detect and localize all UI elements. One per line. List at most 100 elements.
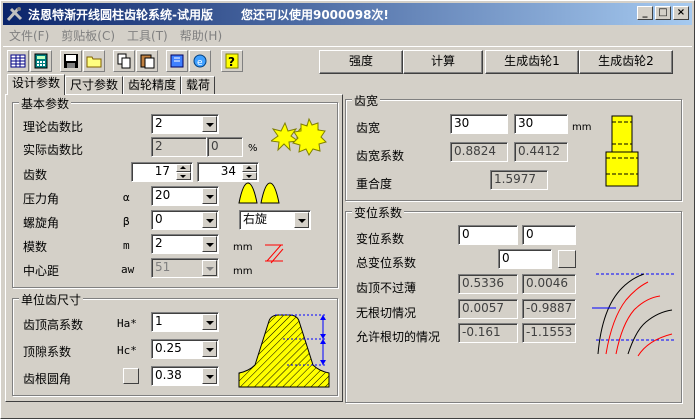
chevron-down-icon[interactable]: [202, 188, 217, 204]
helix-direction-select[interactable]: 右旋: [239, 210, 311, 230]
generate-gear2-button[interactable]: 生成齿轮2: [579, 50, 673, 74]
globe-icon[interactable]: e: [189, 50, 211, 72]
center-distance-select: 51: [151, 258, 219, 278]
fillet-option-button[interactable]: [123, 368, 139, 384]
chevron-down-icon[interactable]: [202, 116, 217, 132]
helix-label: 螺旋角: [23, 216, 60, 230]
menu-clipboard[interactable]: 剪贴板(C): [55, 27, 121, 44]
toolbar: e ? 强度 计算 生成齿轮1 生成齿轮2: [3, 46, 692, 74]
basic-params-group: 基本参数 理论齿数比 2 实际齿数比 2 0 % 齿数 17 34 压力角 α …: [12, 95, 338, 288]
fillet-select[interactable]: 0.38: [151, 366, 219, 386]
center-unit: mm: [233, 266, 253, 277]
shift-x2-input[interactable]: 0: [522, 225, 576, 245]
copy-icon[interactable]: [113, 50, 135, 72]
beta-symbol: β: [123, 215, 130, 228]
minimize-icon[interactable]: _: [637, 6, 653, 20]
menu-bar: 文件(F) 剪贴板(C) 工具(T) 帮助(H): [3, 25, 228, 45]
face-width-unit: mm: [572, 122, 592, 133]
calculate-button[interactable]: 计算: [403, 50, 483, 74]
allow-undercut1-field: -0.161: [458, 323, 518, 343]
z1-spin[interactable]: [176, 164, 191, 180]
no-undercut-label: 无根切情况: [356, 306, 417, 320]
tab-gear-accuracy[interactable]: 齿轮精度: [123, 76, 182, 95]
allow-undercut2-field: -1.1553: [522, 323, 576, 343]
profile-shift-title: 变位系数: [352, 204, 405, 221]
shift-coef-label: 变位系数: [356, 232, 405, 246]
total-shift-button[interactable]: [558, 250, 576, 268]
percent-unit: %: [248, 143, 258, 154]
z2-spin[interactable]: [242, 164, 257, 180]
tooth-profile-icon: [238, 182, 280, 204]
tip-thin1-field: 0.5336: [458, 274, 518, 294]
chevron-down-icon[interactable]: [202, 314, 217, 330]
actual-ratio-error-field: 0: [207, 137, 243, 157]
overlap-label: 重合度: [356, 177, 393, 191]
tab-design-params[interactable]: 设计参数: [7, 74, 66, 95]
clearance-select[interactable]: 0.25: [151, 339, 219, 359]
chevron-down-icon[interactable]: [202, 212, 217, 228]
tools-icon: [6, 6, 24, 22]
tab-dimension-params[interactable]: 尺寸参数: [65, 76, 124, 95]
close-icon[interactable]: ×: [673, 6, 689, 20]
strength-button[interactable]: 强度: [319, 50, 403, 74]
pressure-angle-select[interactable]: 20: [151, 186, 219, 206]
chevron-down-icon[interactable]: [202, 341, 217, 357]
ratio-select[interactable]: 2: [151, 114, 219, 134]
profile-shift-group: 变位系数 变位系数 0 0 总变位系数 0 齿顶不过薄 0.5336 0.004…: [345, 204, 682, 403]
allow-undercut-label: 允许根切的情况: [356, 330, 441, 344]
chevron-down-icon: [202, 260, 217, 276]
width-coef-label: 齿宽系数: [356, 149, 405, 163]
actual-ratio-field: 2: [151, 137, 207, 157]
tab-load[interactable]: 载荷: [181, 76, 216, 95]
help-icon[interactable]: ?: [221, 50, 243, 72]
face-width1-input[interactable]: 30: [450, 114, 508, 134]
no-undercut1-field: 0.0057: [458, 299, 518, 319]
face-width-title: 齿宽: [352, 92, 381, 109]
tab-strip: 设计参数 尺寸参数 齿轮精度 载荷: [7, 74, 216, 95]
table-icon[interactable]: [7, 50, 29, 72]
hc-symbol: Hc*: [117, 344, 137, 357]
addendum-label: 齿顶高系数: [23, 318, 84, 332]
calculator-icon[interactable]: [30, 50, 52, 72]
ha-symbol: Ha*: [117, 317, 137, 330]
z1-stepper[interactable]: 17: [131, 162, 193, 182]
total-shift-input[interactable]: 0: [498, 249, 552, 269]
overlap-field: 1.5977: [490, 170, 548, 190]
aw-symbol: aw: [121, 263, 135, 276]
helix-angle-select[interactable]: 0: [151, 210, 219, 230]
maximize-icon[interactable]: □: [655, 6, 671, 20]
chevron-down-icon[interactable]: [202, 368, 217, 384]
generate-gear1-button[interactable]: 生成齿轮1: [485, 50, 579, 74]
face-width-diagram: [605, 115, 639, 187]
fillet-label: 齿根圆角: [23, 372, 72, 386]
tooth-dimension-diagram: [238, 314, 330, 388]
clearance-label: 顶隙系数: [23, 345, 72, 359]
actual-ratio-label: 实际齿数比: [23, 143, 84, 157]
menu-help[interactable]: 帮助(H): [174, 27, 228, 44]
menu-tools[interactable]: 工具(T): [121, 27, 174, 44]
design-panel: 基本参数 理论齿数比 2 实际齿数比 2 0 % 齿数 17 34 压力角 α …: [5, 94, 343, 402]
chevron-down-icon[interactable]: [202, 236, 217, 252]
width-coef2-field: 0.4412: [514, 142, 568, 162]
teeth-label: 齿数: [23, 168, 48, 182]
addendum-select[interactable]: 1: [151, 312, 219, 332]
trial-notice: 您还可以使用9000098次!: [240, 7, 389, 22]
gear-pair-icon: [271, 117, 327, 156]
face-width2-input[interactable]: 30: [514, 114, 568, 134]
open-folder-icon[interactable]: [83, 50, 105, 72]
face-width-group: 齿宽 齿宽 30 30 mm 齿宽系数 0.8824 0.4412 重合度 1.…: [345, 92, 682, 201]
tip-thin-label: 齿顶不过薄: [356, 281, 417, 295]
menu-file[interactable]: 文件(F): [3, 27, 55, 44]
save-icon[interactable]: [60, 50, 82, 72]
paste-icon[interactable]: [136, 50, 158, 72]
chevron-down-icon[interactable]: [294, 212, 309, 228]
module-label: 模数: [23, 240, 48, 254]
ratio-label: 理论齿数比: [23, 120, 84, 134]
unit-tooth-group: 单位齿尺寸 齿顶高系数 Ha* 1 顶隙系数 Hc* 0.25 齿根圆角 0.3…: [12, 291, 338, 396]
helix-hatch-icon: [265, 244, 284, 264]
shift-x1-input[interactable]: 0: [458, 225, 518, 245]
module-select[interactable]: 2: [151, 234, 219, 254]
z2-stepper[interactable]: 34: [197, 162, 259, 182]
m-symbol: m: [123, 239, 130, 252]
book-icon[interactable]: [166, 50, 188, 72]
